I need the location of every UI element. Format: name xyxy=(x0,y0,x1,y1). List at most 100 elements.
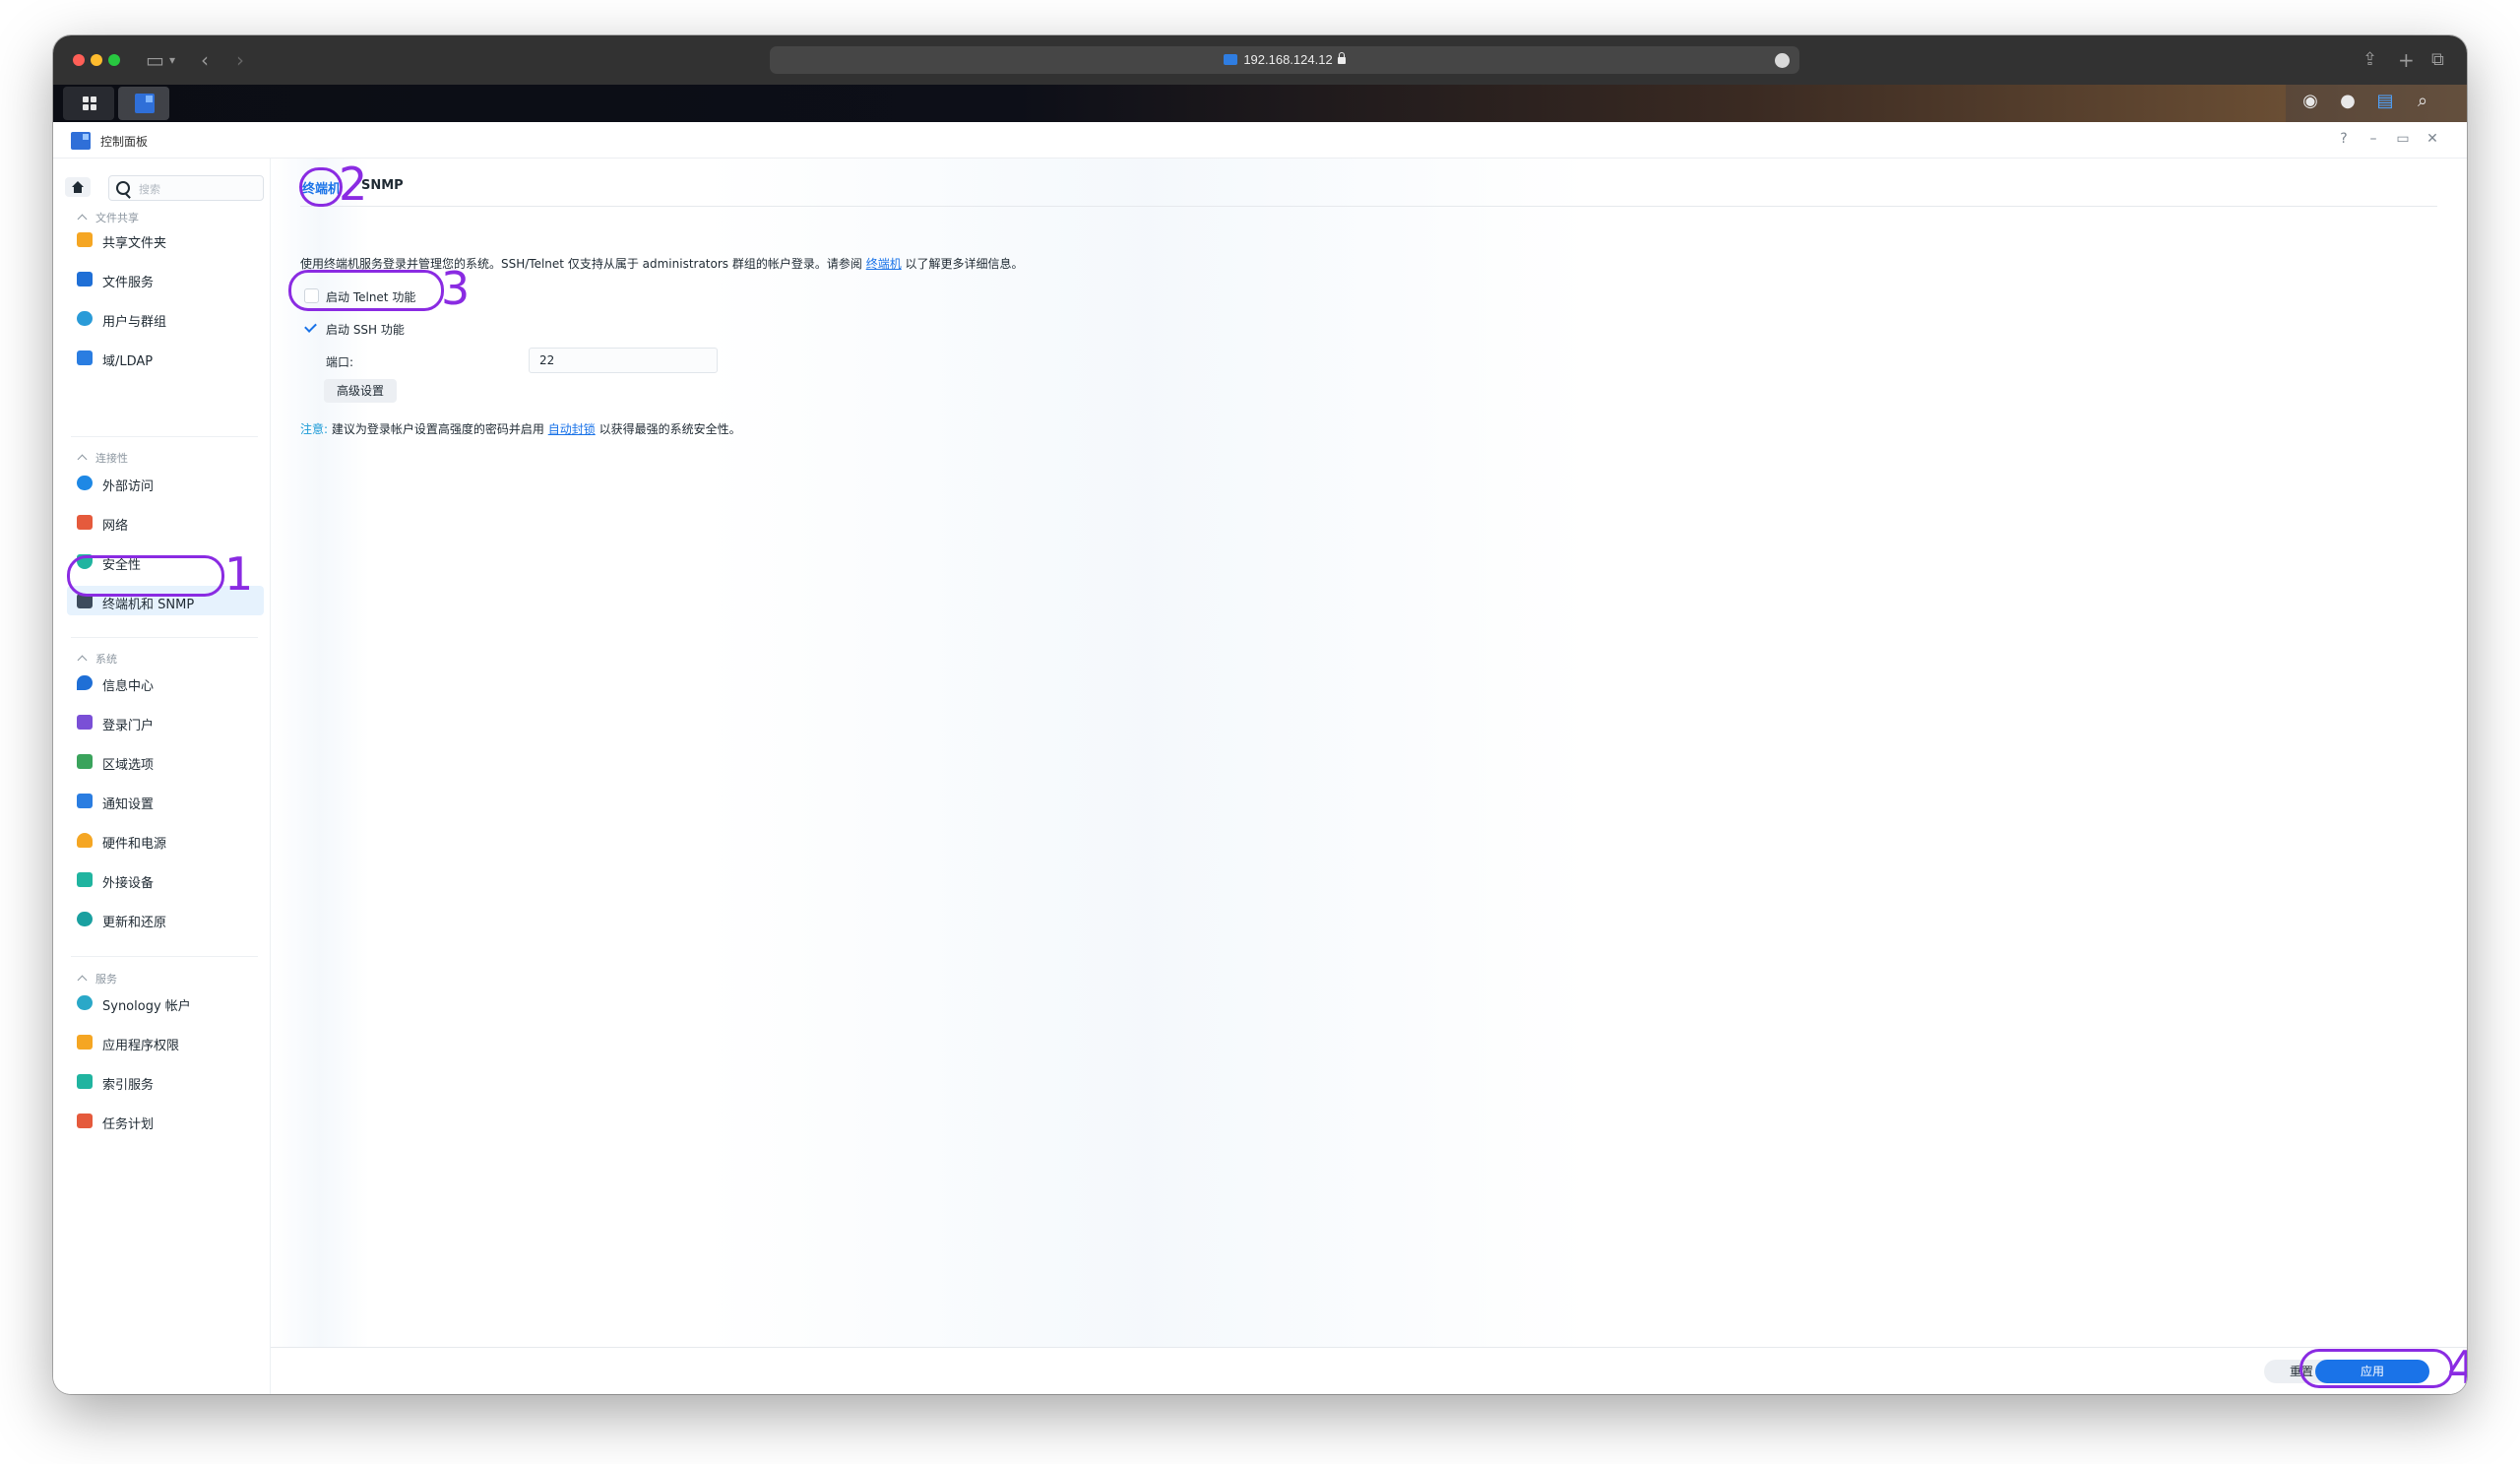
network-icon xyxy=(77,515,93,530)
sidebar-item-hardware-power[interactable]: 硬件和电源 xyxy=(67,825,264,855)
plus-icon[interactable]: + xyxy=(2398,47,2415,73)
lock-icon xyxy=(1337,52,1346,64)
annotation-circle-3 xyxy=(288,270,444,311)
hardware-power-icon xyxy=(77,833,93,848)
auto-block-link[interactable]: 自动封锁 xyxy=(548,422,596,436)
indexing-icon xyxy=(77,1074,93,1089)
control-panel-icon xyxy=(135,94,155,113)
sidebar-item-network[interactable]: 网络 xyxy=(67,507,264,537)
sidebar-item-task-scheduler[interactable]: 任务计划 xyxy=(67,1106,264,1135)
sidebar-item-app-privileges[interactable]: 应用程序权限 xyxy=(67,1027,264,1056)
regional-options-icon xyxy=(77,754,93,769)
restore-icon[interactable]: ▭ xyxy=(2394,131,2412,147)
zoom-window-button[interactable] xyxy=(108,54,120,66)
sidebar-item-external-access[interactable]: 外部访问 xyxy=(67,468,264,497)
sidebar-item-info-center[interactable]: 信息中心 xyxy=(67,668,264,697)
section-connectivity[interactable]: 连接性 xyxy=(77,450,128,466)
dsm-taskbar: ◉ ● ▤ ⌕ xyxy=(53,85,2467,122)
port-value: 22 xyxy=(539,353,555,367)
chevron-left-icon[interactable]: ‹ xyxy=(201,47,209,73)
section-services[interactable]: 服务 xyxy=(77,971,117,987)
footer-bar: 重置 应用 xyxy=(271,1347,2467,1394)
chevron-right-icon[interactable]: › xyxy=(236,47,244,73)
sidebar-item-regional-options[interactable]: 区域选项 xyxy=(67,746,264,776)
more-icon[interactable] xyxy=(1775,53,1790,68)
main-menu-button[interactable] xyxy=(63,87,114,120)
background-decoration xyxy=(704,159,1590,1347)
widgets-icon[interactable]: ▤ xyxy=(2368,85,2402,118)
synology-account-icon xyxy=(77,995,93,1010)
security-note: 注意: 建议为登录帐户设置高强度的密码并启用 自动封锁 以获得最强的系统安全性。 xyxy=(300,422,741,436)
external-access-icon xyxy=(77,476,93,490)
sidebar-item-indexing-service[interactable]: 索引服务 xyxy=(67,1066,264,1096)
sidebar-item-file-services[interactable]: 文件服务 xyxy=(67,264,264,293)
help-icon[interactable]: ? xyxy=(2335,131,2353,147)
home-icon[interactable] xyxy=(65,177,91,197)
share-icon[interactable]: ⇪ xyxy=(2362,47,2377,73)
chevron-up-icon xyxy=(77,214,88,224)
grid-icon xyxy=(83,96,96,110)
search-icon xyxy=(116,181,130,195)
info-icon xyxy=(77,675,93,690)
terminal-help-link[interactable]: 终端机 xyxy=(866,257,902,271)
sidebar-item-shared-folder[interactable]: 共享文件夹 xyxy=(67,224,264,254)
annotation-number-4: 4 xyxy=(2447,1341,2467,1394)
annotation-circle-4 xyxy=(2300,1349,2453,1388)
update-restore-icon xyxy=(77,912,93,926)
folder-icon xyxy=(77,232,93,247)
sidebar-item-login-portal[interactable]: 登录门户 xyxy=(67,707,264,736)
notification-icon xyxy=(77,794,93,808)
chevron-up-icon xyxy=(77,454,88,465)
search-placeholder: 搜索 xyxy=(139,183,160,196)
tabs-icon[interactable]: ⧉ xyxy=(2431,47,2444,73)
section-file-sharing[interactable]: 文件共享 xyxy=(77,210,139,225)
minimize-icon[interactable]: – xyxy=(2364,131,2382,147)
divider xyxy=(71,956,258,957)
search-icon[interactable]: ⌕ xyxy=(2406,85,2439,118)
sidebar: 搜索 文件共享 共享文件夹 文件服务 用户与群组 域/LDAP 连接性 外部访问… xyxy=(53,159,271,1394)
advanced-settings-button[interactable]: 高级设置 xyxy=(324,379,397,403)
main-panel: 终端机 SNMP 使用终端机服务登录并管理您的系统。SSH/Telnet 仅支持… xyxy=(271,159,2467,1394)
sidebar-item-update-restore[interactable]: 更新和还原 xyxy=(67,904,264,933)
address-bar[interactable]: 192.168.124.12 xyxy=(770,46,1799,74)
sidebar-item-external-devices[interactable]: 外接设备 xyxy=(67,864,264,894)
sidebar-icon[interactable]: ▭ xyxy=(146,47,164,73)
app-header: 控制面板 ? – ▭ ✕ xyxy=(53,122,2467,159)
tab-snmp[interactable]: SNMP xyxy=(361,178,404,193)
url-text: 192.168.124.12 xyxy=(1243,52,1333,67)
annotation-number-3: 3 xyxy=(441,262,471,315)
chevron-up-icon xyxy=(77,655,88,666)
browser-toolbar: ▭ ▾ ‹ › 192.168.124.12 ⇪ + ⧉ xyxy=(53,35,2467,86)
minimize-window-button[interactable] xyxy=(91,54,102,66)
app-title: 控制面板 xyxy=(100,135,149,149)
annotation-circle-1 xyxy=(67,555,224,597)
tab-bar: 终端机 SNMP xyxy=(300,159,2437,207)
user-icon[interactable]: ● xyxy=(2331,85,2364,118)
annotation-number-2: 2 xyxy=(339,158,368,211)
chevron-down-icon[interactable]: ▾ xyxy=(169,47,175,73)
close-icon[interactable]: ✕ xyxy=(2424,131,2441,147)
divider xyxy=(71,436,258,437)
browser-window: ▭ ▾ ‹ › 192.168.124.12 ⇪ + ⧉ ◉ ● ▤ ⌕ 控制面… xyxy=(53,35,2467,1394)
users-icon xyxy=(77,311,93,326)
annotation-circle-2 xyxy=(299,167,343,207)
section-system[interactable]: 系统 xyxy=(77,651,117,667)
login-portal-icon xyxy=(77,715,93,730)
sidebar-item-users-groups[interactable]: 用户与群组 xyxy=(67,303,264,333)
ssh-checkbox[interactable] xyxy=(304,321,317,334)
chat-icon[interactable]: ◉ xyxy=(2294,85,2327,118)
sidebar-item-synology-account[interactable]: Synology 帐户 xyxy=(67,987,264,1017)
calendar-icon xyxy=(77,1114,93,1128)
taskbar-control-panel-button[interactable] xyxy=(118,87,169,120)
site-favicon-icon xyxy=(1224,54,1238,65)
file-services-icon xyxy=(77,272,93,286)
sidebar-item-domain-ldap[interactable]: 域/LDAP xyxy=(67,343,264,372)
control-panel-icon xyxy=(71,132,91,150)
sidebar-item-notification[interactable]: 通知设置 xyxy=(67,786,264,815)
lock-icon xyxy=(77,1035,93,1050)
divider xyxy=(71,637,258,638)
search-input[interactable]: 搜索 xyxy=(108,175,264,201)
port-input[interactable]: 22 xyxy=(529,348,718,373)
external-devices-icon xyxy=(77,872,93,887)
close-window-button[interactable] xyxy=(73,54,85,66)
